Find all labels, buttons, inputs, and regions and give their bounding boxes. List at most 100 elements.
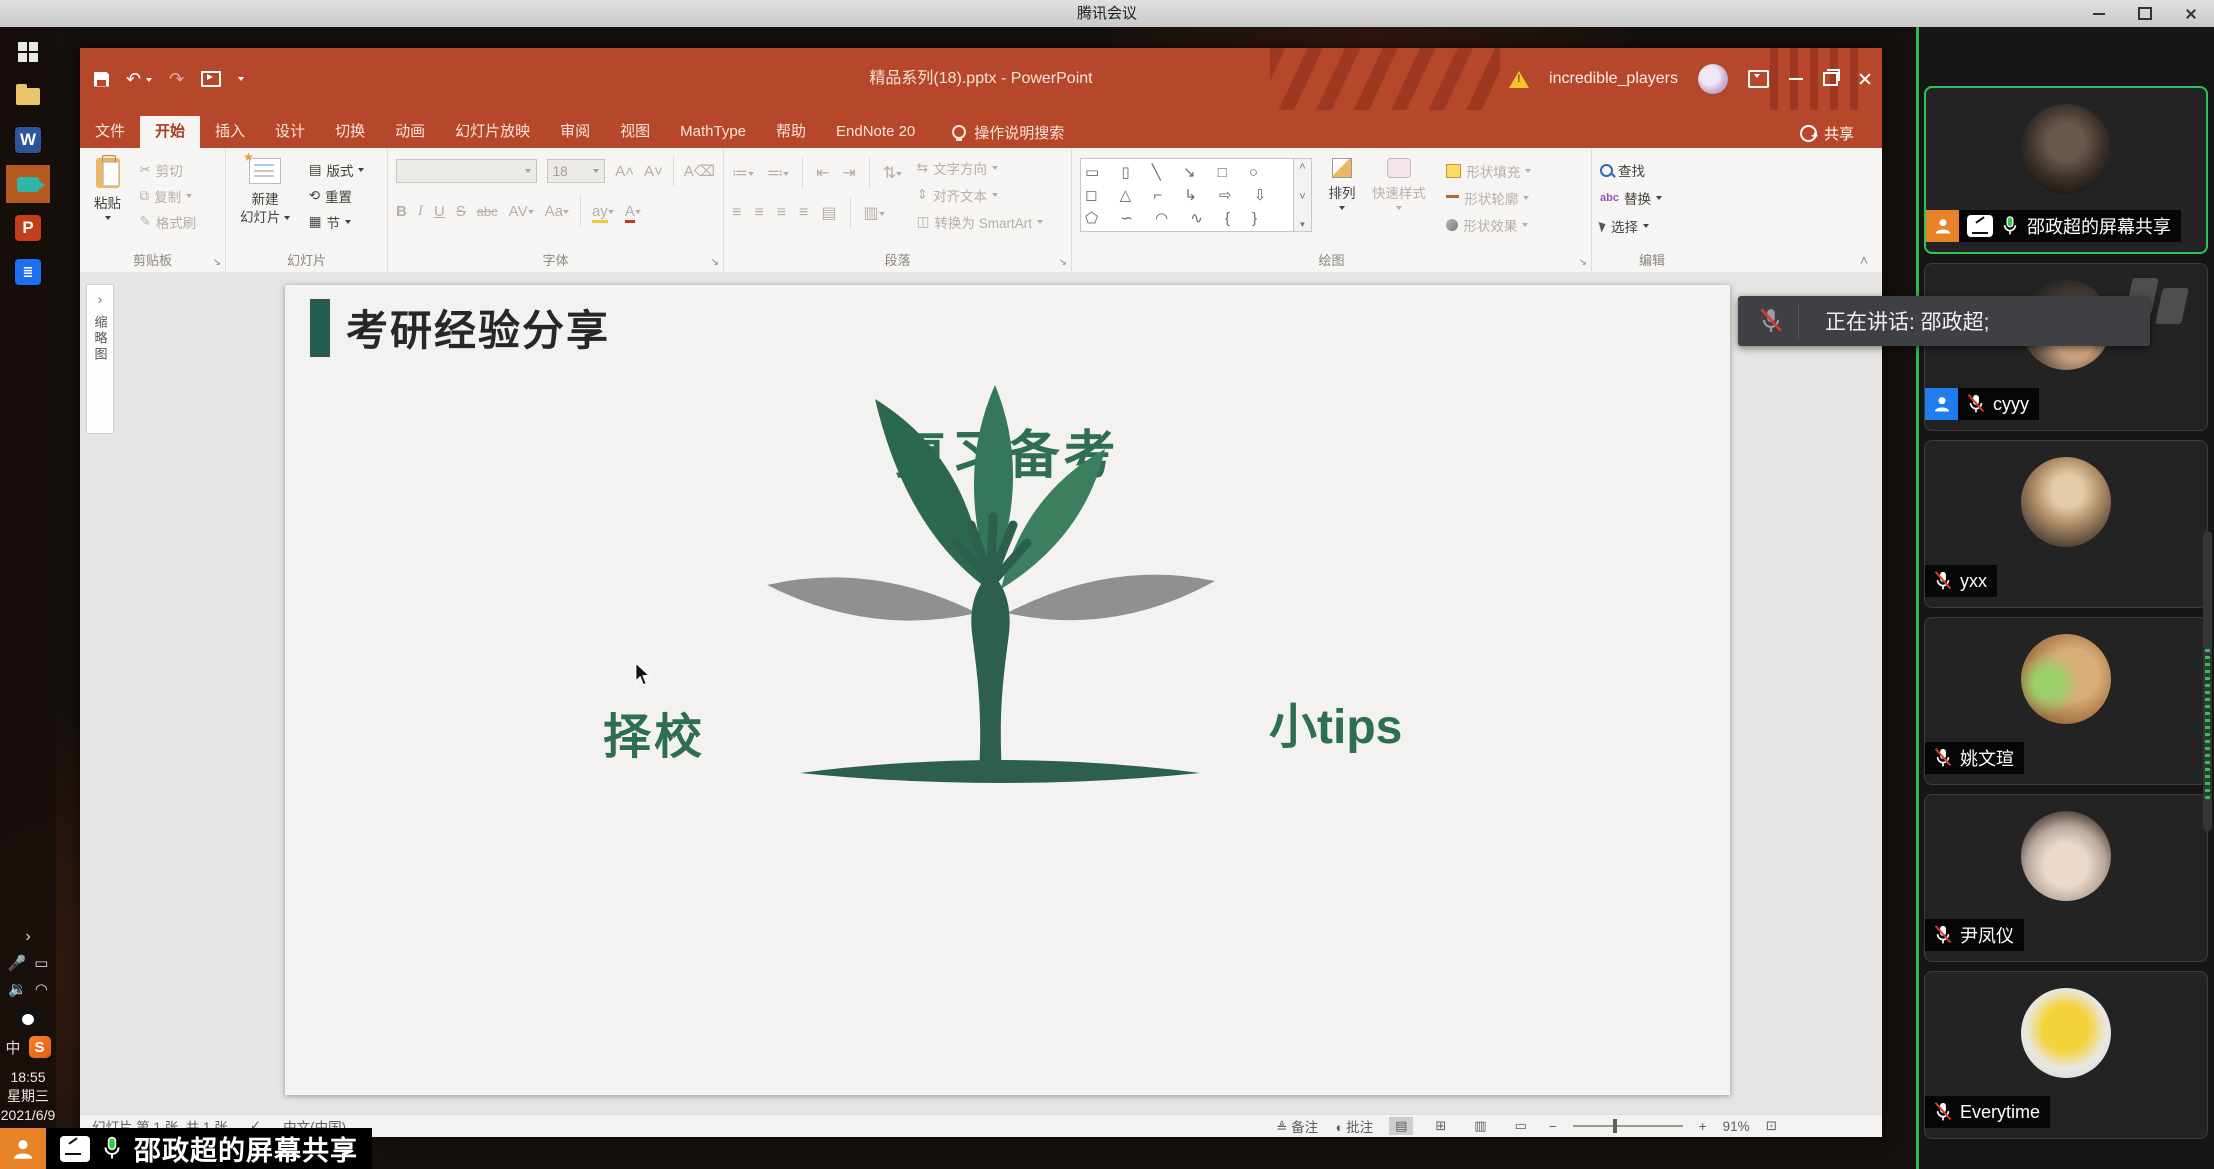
text-direction-button[interactable]: ⇆文字方向 (917, 158, 1043, 178)
ppt-restore-button[interactable] (1823, 72, 1838, 86)
bullets-button[interactable]: ≔ (732, 163, 754, 183)
replace-button[interactable]: abc替换 (1600, 188, 1662, 208)
battery-icon[interactable]: ▭ (34, 954, 48, 972)
new-slide-button[interactable]: 新建 幻灯片 (234, 154, 296, 230)
grow-font-button[interactable]: A˄ (615, 163, 634, 180)
zoom-in-button[interactable]: + (1699, 1119, 1707, 1134)
character-spacing-button[interactable]: AV (509, 203, 534, 220)
font-dialog-launcher-icon[interactable]: ↘ (711, 257, 719, 268)
distribute-button[interactable]: ▤ (821, 203, 836, 223)
tab-animations[interactable]: 动画 (380, 116, 440, 148)
thumbnail-pane-collapsed[interactable]: › 缩略图 (86, 284, 114, 434)
drawing-dialog-launcher-icon[interactable]: ↘ (1579, 257, 1587, 268)
cut-button[interactable]: ✂剪切 (139, 160, 196, 180)
tell-me-search[interactable]: 操作说明搜索 (952, 116, 1064, 148)
tab-transitions[interactable]: 切换 (320, 116, 380, 148)
paste-button[interactable]: 粘贴 (88, 154, 127, 224)
fit-to-window-button[interactable]: ⊡ (1766, 1118, 1777, 1134)
increase-indent-button[interactable]: ⇥ (842, 163, 855, 183)
tab-home[interactable]: 开始 (140, 116, 200, 148)
shapes-gallery[interactable]: ▭ ▯ ╲ ↘ □ ○ ◻ △ ⌐ ↳ ⇨ ⇩ ⬠ ∽ ◠ ∿ { } (1080, 158, 1294, 232)
network-icon[interactable]: ◠ (35, 980, 48, 998)
select-button[interactable]: 选择 (1600, 216, 1662, 236)
window-close-button[interactable] (2168, 0, 2214, 27)
show-hidden-icons-button[interactable]: › (25, 928, 30, 946)
share-button[interactable]: 共享 (1800, 123, 1854, 144)
zoom-slider-thumb[interactable] (1613, 1119, 1617, 1133)
account-name[interactable]: incredible_players (1549, 70, 1678, 88)
quick-styles-button[interactable]: 快速样式 (1366, 154, 1432, 214)
ribbon-display-options-button[interactable] (1748, 70, 1769, 88)
taskbar-clock[interactable]: 18:55 星期三 2021/6/9 (1, 1068, 56, 1125)
paragraph-dialog-launcher-icon[interactable]: ↘ (1059, 257, 1067, 268)
file-explorer-button[interactable] (8, 77, 48, 115)
tab-view[interactable]: 视图 (605, 116, 665, 148)
slide-canvas[interactable]: 考研经验分享 复习备考 择校 小tips (285, 285, 1730, 1095)
arrange-button[interactable]: 排列 (1322, 154, 1361, 214)
qq-icon[interactable] (18, 1006, 38, 1028)
strikethrough-button[interactable]: S (456, 203, 466, 220)
volume-icon[interactable]: 🔉 (8, 980, 27, 998)
zoom-slider[interactable] (1573, 1125, 1683, 1127)
tab-mathtype[interactable]: MathType (665, 116, 761, 148)
comments-button[interactable]: ◖ 批注 (1334, 1116, 1373, 1136)
justify-button[interactable]: ≡ (799, 204, 808, 222)
abc-strike-button[interactable]: abc (477, 204, 498, 219)
participant-tile[interactable]: 姚文瑄 (1924, 617, 2208, 785)
expand-pane-chevron-icon[interactable]: › (98, 291, 103, 307)
slideshow-view-button[interactable]: ▭ (1509, 1117, 1533, 1135)
align-right-button[interactable]: ≡ (777, 204, 786, 222)
tab-slideshow[interactable]: 幻灯片放映 (440, 116, 545, 148)
tray-mic-icon[interactable]: 🎤 (8, 954, 27, 972)
underline-button[interactable]: U (434, 203, 445, 220)
font-size-combobox[interactable]: 18 (547, 159, 606, 183)
start-button[interactable] (8, 33, 48, 71)
gallery-more-button[interactable]: ▼ (1299, 220, 1307, 229)
copy-button[interactable]: ⧉复制 (139, 186, 196, 206)
tab-review[interactable]: 审阅 (545, 116, 605, 148)
tencent-docs-button[interactable]: ≣ (8, 253, 48, 291)
sogou-icon[interactable]: S (29, 1036, 51, 1058)
notes-button[interactable]: ≜ 备注 (1276, 1116, 1318, 1136)
columns-button[interactable]: ▥ (864, 203, 885, 223)
warning-icon[interactable] (1509, 71, 1529, 88)
reset-button[interactable]: ⟲重置 (309, 186, 365, 206)
italic-button[interactable]: I (418, 203, 423, 220)
shrink-font-button[interactable]: A˅ (644, 163, 663, 180)
ppt-close-button[interactable] (1858, 72, 1872, 86)
participant-tile-sharing[interactable]: 邵政超的屏幕共享 (1924, 86, 2208, 254)
decrease-indent-button[interactable]: ⇤ (816, 163, 829, 183)
align-text-button[interactable]: ⇕对齐文本 (917, 185, 1043, 205)
format-painter-button[interactable]: ✎格式刷 (139, 212, 196, 232)
participant-tile[interactable]: Everytime (1924, 971, 2208, 1139)
collapse-ribbon-button[interactable]: ˄ (1860, 252, 1868, 268)
convert-smartart-button[interactable]: ◫转换为 SmartArt (917, 212, 1043, 232)
participant-tile[interactable]: cyyy (1924, 263, 2208, 431)
change-case-button[interactable]: Aa (545, 203, 569, 220)
reading-view-button[interactable]: ▥ (1468, 1117, 1492, 1135)
ime-indicator[interactable]: 中 (5, 1037, 20, 1058)
normal-view-button[interactable]: ▤ (1389, 1117, 1413, 1135)
section-button[interactable]: ▦节 (309, 212, 365, 232)
layout-button[interactable]: ▤版式 (309, 160, 365, 180)
slide-sorter-button[interactable]: ⊞ (1429, 1117, 1452, 1135)
numbering-button[interactable]: ≕ (767, 163, 789, 183)
tab-help[interactable]: 帮助 (761, 116, 821, 148)
account-avatar[interactable] (1698, 64, 1728, 94)
align-center-button[interactable]: ≡ (754, 204, 763, 222)
find-button[interactable]: 查找 (1600, 160, 1662, 180)
powerpoint-button[interactable]: P (8, 209, 48, 247)
participant-tile[interactable]: 尹凤仪 (1924, 794, 2208, 962)
window-minimize-button[interactable] (2076, 0, 2122, 27)
panel-scrollbar[interactable] (2203, 531, 2212, 831)
clipboard-dialog-launcher-icon[interactable]: ↘ (213, 257, 221, 268)
tab-file[interactable]: 文件 (80, 116, 140, 148)
align-left-button[interactable]: ≡ (732, 204, 741, 222)
shape-fill-button[interactable]: 形状填充 (1446, 161, 1531, 181)
window-maximize-button[interactable] (2122, 0, 2168, 27)
tab-insert[interactable]: 插入 (200, 116, 260, 148)
gallery-down-button[interactable]: ˅ (1299, 191, 1305, 203)
bold-button[interactable]: B (396, 203, 407, 220)
gallery-up-button[interactable]: ˄ (1299, 161, 1305, 173)
zoom-level[interactable]: 91% (1723, 1119, 1750, 1134)
